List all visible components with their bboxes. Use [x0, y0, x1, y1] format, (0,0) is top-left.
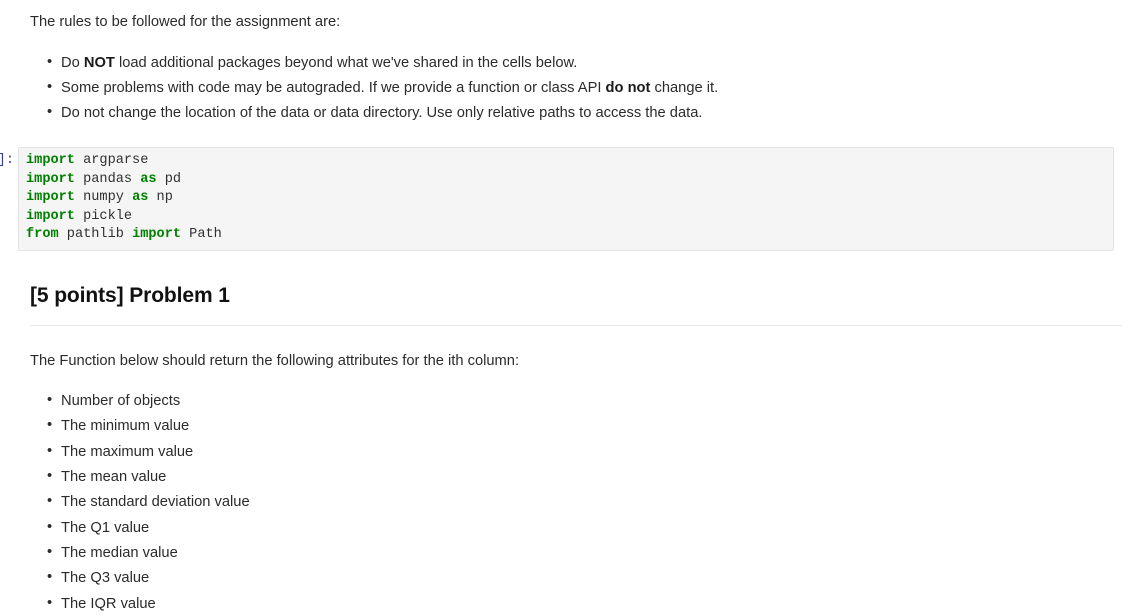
code-keyword: import — [26, 153, 75, 168]
problem-heading-cell[interactable]: [5 points] Problem 1 — [0, 283, 1122, 327]
code-text: argparse — [74, 153, 149, 168]
code-text-2: np — [148, 190, 173, 205]
list-item: The mean value — [30, 465, 1122, 488]
list-item: The maximum value — [30, 440, 1122, 463]
code-keyword: from — [26, 227, 59, 242]
code-cell[interactable]: ]: import argparse import pandas as pd i… — [0, 147, 1122, 251]
code-text: numpy — [74, 190, 133, 205]
rule-text-pre: Some problems with code may be autograde… — [61, 79, 606, 96]
code-keyword: import — [26, 208, 75, 224]
code-line: import pandas as pd — [26, 171, 1107, 190]
code-editor[interactable]: import argparse import pandas as pd impo… — [18, 147, 1114, 251]
attributes-markdown-cell[interactable]: The Function below should return the fol… — [0, 351, 1122, 615]
code-text: pandas — [74, 171, 141, 187]
rule-text-bold: do not — [605, 79, 651, 96]
rule-text-post: load additional packages beyond what we'… — [114, 54, 578, 71]
list-item: Do NOT load additional packages beyond w… — [30, 51, 1122, 74]
code-keyword-2: import — [132, 227, 182, 242]
attributes-list: Number of objects The minimum value The … — [30, 389, 1122, 615]
list-item: The standard deviation value — [30, 490, 1122, 513]
code-keyword: import — [26, 171, 75, 187]
list-item: The IQR value — [30, 592, 1122, 615]
code-keyword-2: as — [140, 171, 157, 187]
intro-paragraph: The rules to be followed for the assignm… — [30, 14, 341, 30]
code-keyword-2: as — [132, 190, 149, 205]
code-keyword: import — [26, 190, 75, 205]
rule-text-pre: Do — [61, 54, 84, 71]
rule-text-bold: NOT — [83, 54, 115, 71]
list-item: Number of objects — [30, 389, 1122, 412]
list-item: The median value — [30, 541, 1122, 564]
heading-divider — [30, 325, 1122, 327]
list-item: The minimum value — [30, 414, 1122, 437]
rules-list: Do NOT load additional packages beyond w… — [30, 51, 1122, 124]
code-line: from pathlib import Path — [26, 226, 1107, 245]
code-line: import numpy as np — [26, 189, 1107, 208]
code-line: import pickle — [26, 208, 1107, 227]
code-text: pathlib — [58, 227, 133, 242]
code-text-2: pd — [156, 171, 182, 187]
code-text: pickle — [74, 208, 133, 224]
page-title: [5 points] Problem 1 — [30, 284, 230, 307]
code-line: import argparse — [26, 152, 1107, 171]
list-item: The Q3 value — [30, 566, 1122, 589]
list-item: The Q1 value — [30, 516, 1122, 539]
notebook-page: The rules to be followed for the assignm… — [0, 0, 1122, 614]
rule-text-pre: Do not change the location of the data o… — [61, 104, 703, 121]
problem-description: The Function below should return the fol… — [30, 353, 520, 369]
rule-text-post: change it. — [650, 79, 719, 96]
list-item: Do not change the location of the data o… — [30, 101, 1122, 124]
intro-markdown-cell[interactable]: The rules to be followed for the assignm… — [0, 12, 1122, 124]
code-text-2: Path — [181, 227, 222, 242]
cell-execution-prompt: ]: — [0, 153, 14, 168]
list-item: Some problems with code may be autograde… — [30, 76, 1122, 99]
